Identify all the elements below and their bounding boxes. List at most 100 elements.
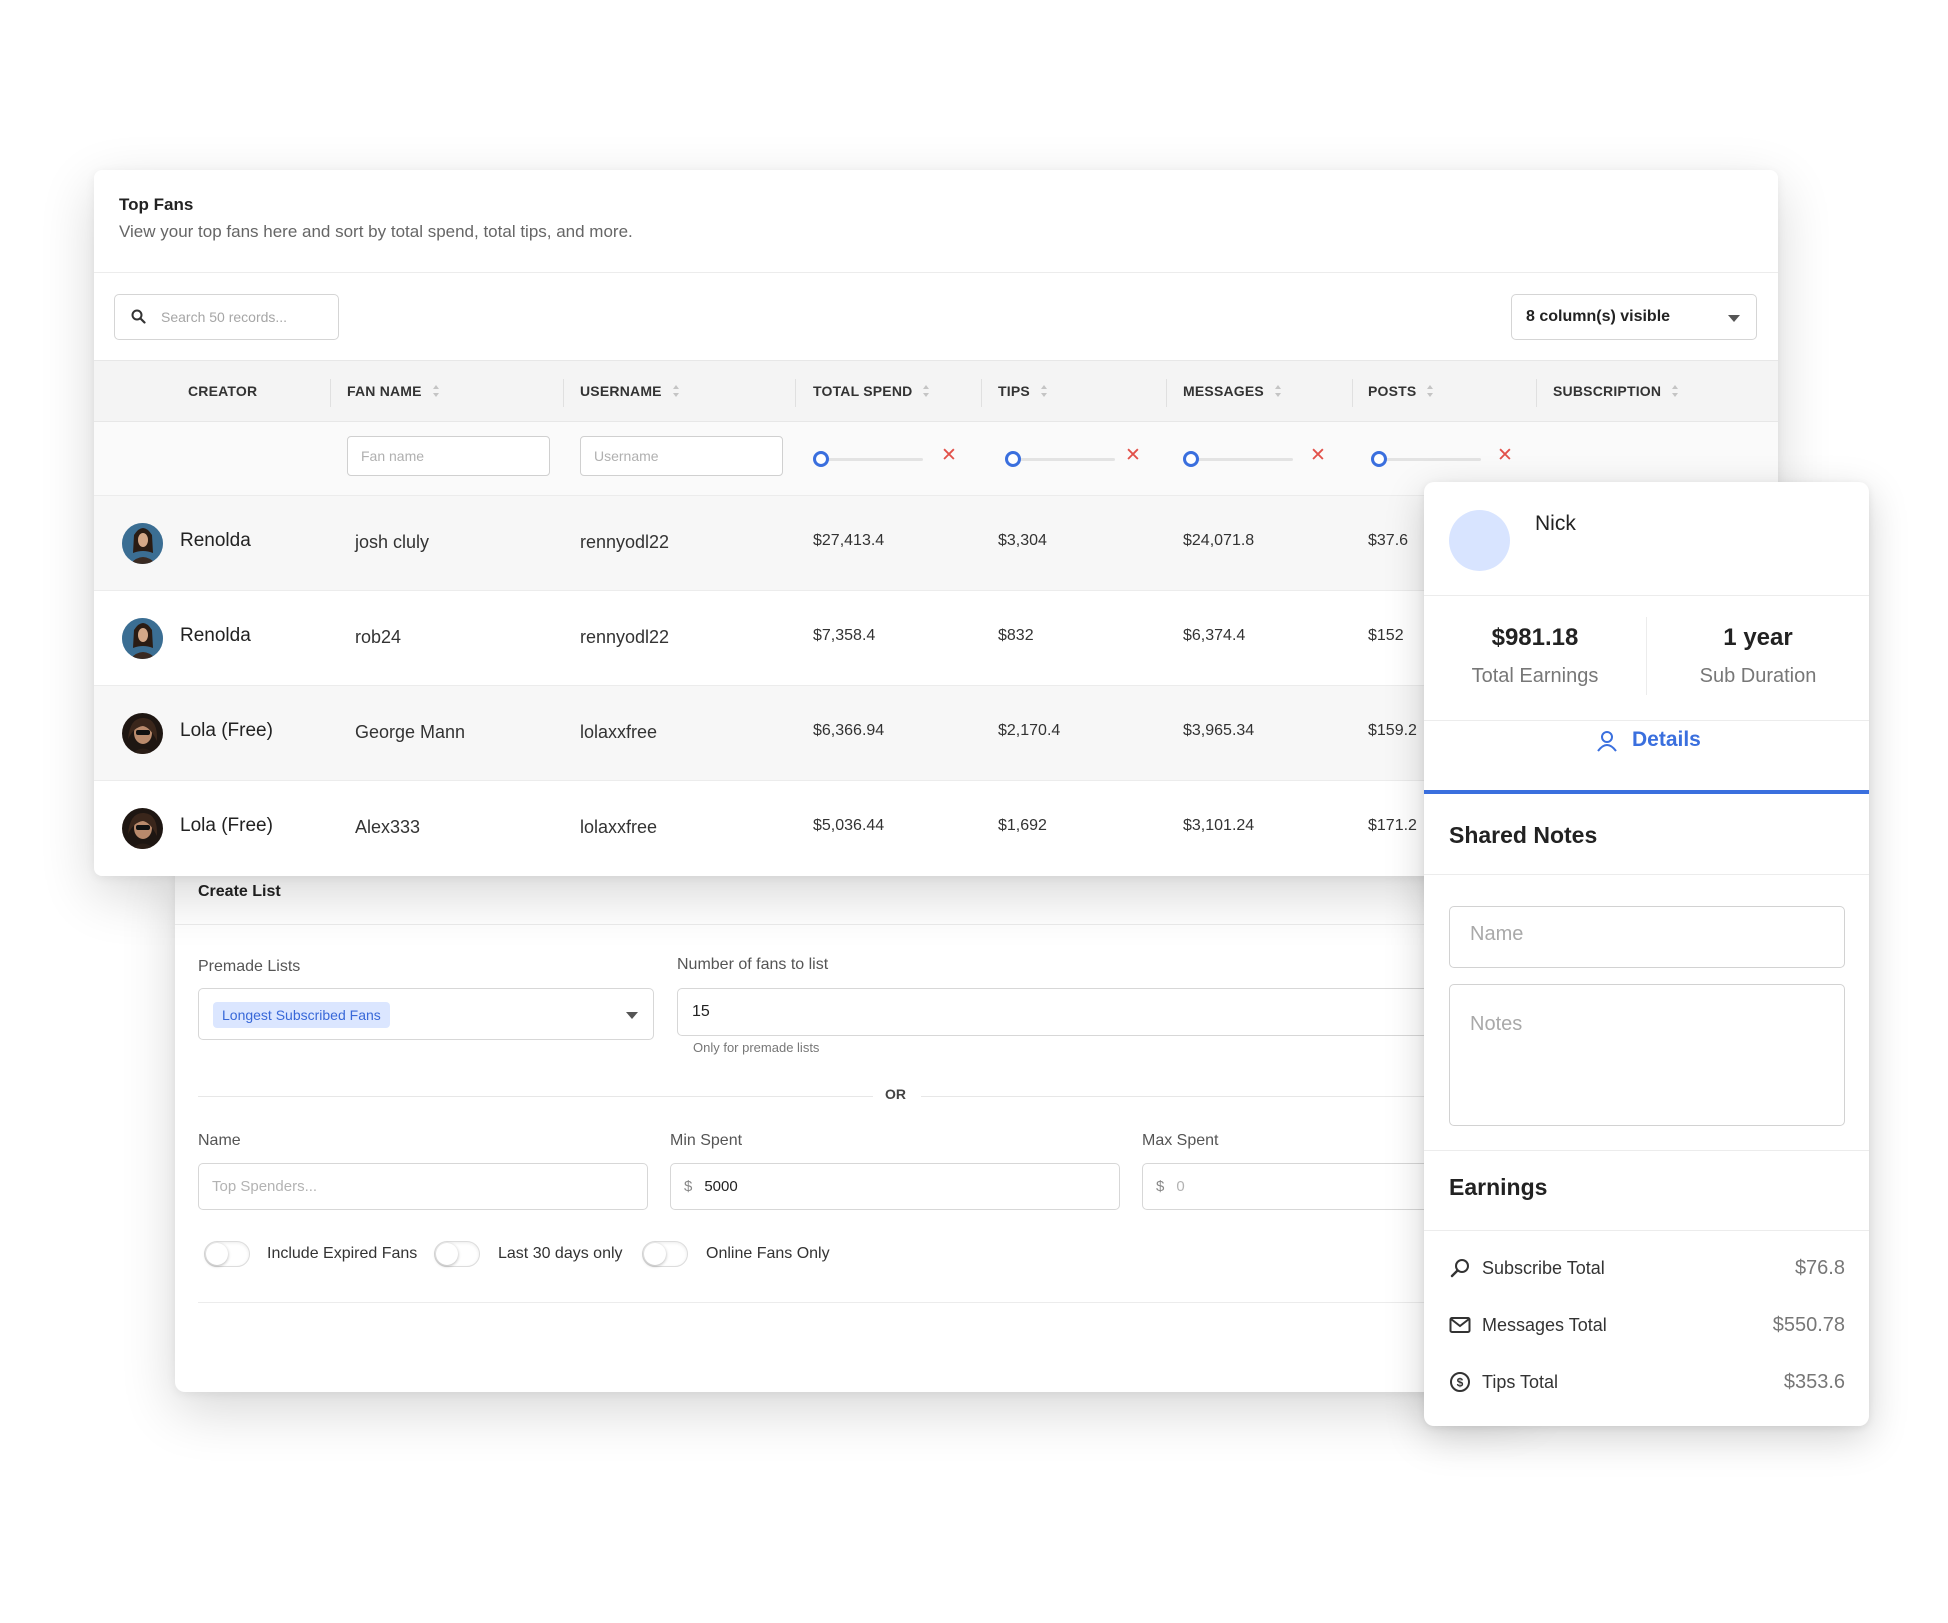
total-earnings-label: Total Earnings — [1471, 665, 1599, 687]
sort-icon — [672, 384, 680, 401]
col-header-username[interactable]: USERNAME — [580, 383, 680, 401]
divider — [175, 924, 1525, 925]
avatar — [1449, 510, 1510, 571]
toggle-knob — [644, 1243, 666, 1265]
sort-icon — [922, 384, 930, 401]
creator-name: Renolda — [180, 625, 251, 646]
top-fans-subtitle: View your top fans here and sort by tota… — [119, 222, 633, 241]
total-earnings-value: $981.18 — [1491, 624, 1579, 651]
sort-icon — [1040, 384, 1048, 401]
online-fans-toggle[interactable] — [642, 1241, 688, 1267]
col-header-label: TOTAL SPEND — [813, 383, 913, 399]
earnings-title: Earnings — [1449, 1174, 1548, 1200]
column-divider — [1352, 379, 1353, 407]
max-spent-label: Max Spent — [1142, 1132, 1219, 1149]
num-fans-input[interactable]: 15 — [677, 988, 1527, 1036]
sort-icon — [1274, 384, 1282, 401]
num-fans-label: Number of fans to list — [677, 956, 829, 973]
search-input[interactable]: Search 50 records... — [114, 294, 339, 340]
columns-visible-select[interactable]: 8 column(s) visible — [1511, 294, 1757, 340]
sort-icon — [1671, 384, 1679, 401]
slider-thumb[interactable] — [1371, 451, 1387, 467]
messages: $3,101.24 — [1183, 817, 1255, 834]
divider — [1424, 1150, 1869, 1151]
col-header-label: POSTS — [1368, 383, 1417, 399]
col-header-tips[interactable]: TIPS — [998, 383, 1048, 401]
divider — [1424, 1230, 1869, 1231]
column-divider — [795, 379, 796, 407]
creator-name: Renolda — [180, 530, 251, 551]
fan-name-heading: Nick — [1535, 512, 1576, 535]
col-header-label: TIPS — [998, 383, 1030, 399]
creator-name: Lola (Free) — [180, 720, 273, 741]
clear-messages-filter-icon[interactable]: ✕ — [1310, 444, 1326, 467]
notes-textarea[interactable]: Notes — [1449, 984, 1845, 1126]
fan-name-filter-input[interactable]: Fan name — [347, 436, 550, 476]
slider-track — [1377, 458, 1481, 461]
premade-selected-tag[interactable]: Longest Subscribed Fans — [213, 1002, 390, 1028]
username: lolaxxfree — [580, 817, 658, 837]
num-fans-hint: Only for premade lists — [693, 1040, 820, 1055]
name-label: Name — [198, 1132, 241, 1149]
messages-total-row: Messages Total $550.78 — [1449, 1311, 1845, 1341]
max-spent-placeholder: 0 — [1176, 1178, 1185, 1195]
slider-thumb[interactable] — [1183, 451, 1199, 467]
total-spend-range-slider[interactable] — [813, 451, 923, 467]
tips: $2,170.4 — [998, 722, 1061, 739]
sort-icon — [432, 384, 440, 401]
earnings-value: $353.6 — [1783, 1371, 1845, 1393]
fan-name: josh cluly — [355, 532, 430, 552]
divider — [1424, 595, 1869, 596]
col-header-fan-name[interactable]: FAN NAME — [347, 383, 440, 401]
toggle-knob — [436, 1243, 458, 1265]
active-tab-indicator — [1424, 790, 1869, 794]
col-header-posts[interactable]: POSTS — [1368, 383, 1434, 401]
include-expired-label: Include Expired Fans — [267, 1245, 418, 1262]
slider-thumb[interactable] — [813, 451, 829, 467]
clear-total-spend-filter-icon[interactable]: ✕ — [941, 444, 957, 467]
clear-posts-filter-icon[interactable]: ✕ — [1497, 444, 1513, 467]
list-name-input[interactable]: Top Spenders... — [198, 1163, 648, 1210]
messages: $24,071.8 — [1183, 532, 1255, 549]
slider-track — [1189, 458, 1293, 461]
create-list-panel: Create List Premade Lists Longest Subscr… — [175, 860, 1527, 1392]
username-filter-input[interactable]: Username — [580, 436, 783, 476]
top-fans-title: Top Fans — [119, 195, 194, 214]
premade-lists-label: Premade Lists — [198, 958, 301, 975]
tab-details[interactable]: Details — [1424, 704, 1869, 780]
sub-duration-label: Sub Duration — [1699, 665, 1817, 687]
fan-detail-card: Nick $981.18 Total Earnings 1 year Sub D… — [1424, 482, 1869, 1426]
col-header-creator[interactable]: CREATOR — [188, 383, 257, 399]
col-header-label: FAN NAME — [347, 383, 422, 399]
creator-avatar — [122, 713, 163, 754]
sub-duration-value: 1 year — [1723, 624, 1793, 651]
column-divider — [330, 379, 331, 407]
premade-lists-select[interactable]: Longest Subscribed Fans — [198, 988, 654, 1040]
min-spent-value: 5000 — [704, 1178, 738, 1195]
total-spend: $27,413.4 — [813, 532, 885, 549]
include-expired-toggle[interactable] — [204, 1241, 250, 1267]
column-divider — [563, 379, 564, 407]
tips-total-row: $ Tips Total $353.6 — [1449, 1368, 1845, 1398]
tab-details-label: Details — [1632, 728, 1701, 751]
min-spent-label: Min Spent — [670, 1132, 743, 1149]
last-30-days-toggle[interactable] — [434, 1241, 480, 1267]
col-header-total-spend[interactable]: TOTAL SPEND — [813, 383, 930, 401]
note-name-input[interactable]: Name — [1449, 906, 1845, 968]
shared-notes-title: Shared Notes — [1449, 822, 1598, 848]
online-fans-label: Online Fans Only — [706, 1245, 830, 1262]
min-spent-input[interactable]: $5000 — [670, 1163, 1120, 1210]
col-header-subscription[interactable]: SUBSCRIPTION — [1553, 383, 1679, 401]
sort-icon — [1426, 384, 1434, 401]
svg-text:$: $ — [1457, 1376, 1464, 1390]
messages: $6,374.4 — [1183, 627, 1246, 644]
chevron-down-icon — [1728, 315, 1740, 322]
tips-range-slider[interactable] — [1005, 451, 1115, 467]
col-header-messages[interactable]: MESSAGES — [1183, 383, 1282, 401]
creator-name: Lola (Free) — [180, 815, 273, 836]
posts-range-slider[interactable] — [1371, 451, 1481, 467]
column-divider — [1536, 379, 1537, 407]
slider-thumb[interactable] — [1005, 451, 1021, 467]
clear-tips-filter-icon[interactable]: ✕ — [1125, 444, 1141, 467]
messages-range-slider[interactable] — [1183, 451, 1293, 467]
